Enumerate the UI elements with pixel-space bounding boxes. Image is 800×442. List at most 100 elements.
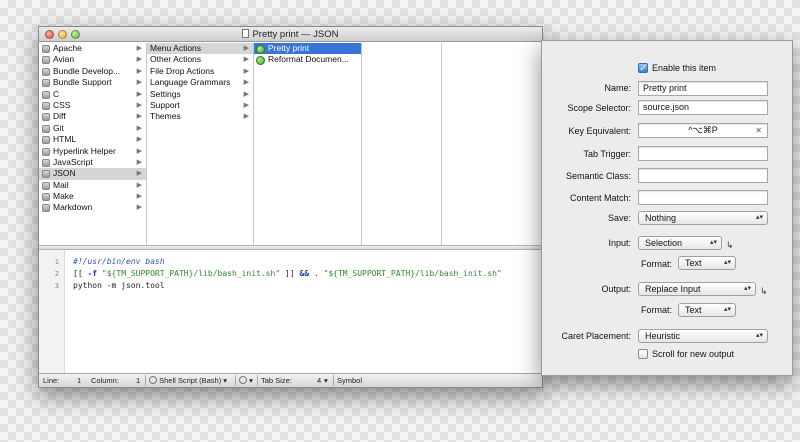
empty-column [442, 43, 542, 245]
output-format-popup[interactable]: Text ▴▾ [678, 303, 736, 317]
category-item[interactable]: Language Grammars ▶ [147, 77, 253, 88]
code-token: "${TM_SUPPORT_PATH}/lib/bash_init.sh" [323, 269, 502, 278]
window-title: Pretty print — JSON [39, 29, 542, 40]
category-item[interactable]: File Drop Actions ▶ [147, 66, 253, 77]
chevron-right-icon: ▶ [136, 181, 142, 189]
bundle-item[interactable]: Avian ▶ [39, 54, 146, 65]
bundle-icon [42, 181, 50, 190]
bundle-icon [42, 67, 50, 76]
input-popup-value: Selection [645, 238, 683, 248]
chevron-right-icon: ▶ [136, 90, 142, 98]
chevron-right-icon: ▶ [136, 56, 142, 64]
caret-placement-label: Caret Placement: [561, 331, 631, 341]
category-item-label: File Drop Actions [150, 65, 215, 76]
scroll-new-output-checkbox[interactable] [638, 349, 648, 359]
command-item[interactable]: Reformat Documen... [254, 54, 361, 65]
bundle-icon [42, 136, 50, 145]
title-bar[interactable]: Pretty print — JSON [39, 27, 542, 42]
bundle-item[interactable]: C ▶ [39, 89, 146, 100]
category-item-label: Language Grammars [150, 77, 231, 88]
command-item-label: Pretty print [268, 43, 310, 53]
input-format-popup[interactable]: Text ▴▾ [678, 256, 736, 270]
bundle-item-label: Apache [53, 43, 82, 53]
column-value[interactable]: 1 [136, 374, 140, 387]
category-item[interactable]: Themes ▶ [147, 111, 253, 122]
bundle-item[interactable]: HTML ▶ [39, 134, 146, 145]
code-line-1: #!/usr/bin/env bash [73, 257, 165, 266]
output-popup[interactable]: Replace Input ▴▾ [638, 282, 756, 296]
caret-placement-popup[interactable]: Heuristic ▴▾ [638, 329, 768, 343]
input-popup[interactable]: Selection ▴▾ [638, 236, 722, 250]
status-divider [145, 375, 146, 386]
fallback-arrow-icon: ↳ [760, 286, 768, 296]
chevron-right-icon: ▶ [243, 56, 249, 64]
bundle-icon [42, 45, 50, 53]
key-equivalent-field[interactable]: ^⌥⌘P ✕ [638, 123, 768, 138]
code-token: . [309, 269, 324, 278]
tab-size-value[interactable]: 4 [317, 374, 321, 387]
line-label: Line: [43, 376, 60, 385]
category-item[interactable]: Settings ▶ [147, 89, 253, 100]
line-number: 1 [54, 258, 59, 266]
semantic-class-field[interactable] [638, 168, 768, 183]
bundle-item[interactable]: Mail ▶ [39, 180, 146, 191]
command-item-selected[interactable]: Pretty print [254, 43, 361, 55]
line-value[interactable]: 1 [77, 374, 81, 387]
updown-arrows-icon: ▴▾ [723, 259, 731, 266]
window-title-text: Pretty print — JSON [252, 29, 339, 40]
category-item[interactable]: Support ▶ [147, 100, 253, 111]
bundle-item[interactable]: Diff ▶ [39, 111, 146, 122]
categories-column[interactable]: Menu Actions ▶ Other Actions ▶ File Drop A… [147, 43, 254, 245]
bundle-item-label: HTML [53, 134, 77, 145]
bundle-item[interactable]: Bundle Support ▶ [39, 77, 146, 88]
updown-arrows-icon: ▴▾ [755, 332, 763, 339]
symbol-popup[interactable]: Symbol [337, 374, 362, 387]
bundle-icon [42, 56, 50, 65]
line-number-gutter: 1 2 3 [39, 250, 65, 374]
gear-icon [149, 376, 157, 384]
bundle-item[interactable]: CSS ▶ [39, 100, 146, 111]
code-editor[interactable]: 1 2 3 #!/usr/bin/env bash [[ -f "${TM_SU… [39, 250, 542, 374]
chevron-right-icon: ▶ [136, 79, 142, 87]
code-token: "${TM_SUPPORT_PATH}/lib/bash_init.sh" [101, 269, 281, 278]
category-item[interactable]: Other Actions ▶ [147, 54, 253, 65]
name-field[interactable]: Pretty print [638, 81, 768, 96]
bundle-item[interactable]: Apache ▶ [39, 43, 146, 54]
tab-trigger-field[interactable] [638, 146, 768, 161]
bundles-column[interactable]: Apache ▶ Avian ▶ Bundle Develop... ▶ Bundle… [39, 43, 147, 245]
bundle-item[interactable]: Hyperlink Helper ▶ [39, 146, 146, 157]
category-item-selected[interactable]: Menu Actions ▶ [147, 43, 253, 55]
bundle-item[interactable]: Git ▶ [39, 123, 146, 134]
code-token: && [299, 269, 310, 278]
bundle-item-label: Make [53, 191, 74, 202]
bundle-actions-popup[interactable]: ▾ [239, 374, 253, 387]
scope-selector-field[interactable]: source.json [638, 100, 768, 115]
status-divider [333, 375, 334, 386]
bundle-item[interactable]: Markdown ▶ [39, 202, 146, 213]
tab-size-label[interactable]: Tab Size: [261, 374, 292, 387]
chevron-right-icon: ▶ [136, 147, 142, 155]
bundle-item-label: Mail [53, 179, 69, 190]
line-number: 2 [54, 270, 59, 278]
key-equivalent-value: ^⌥⌘P [688, 125, 718, 135]
enable-item-checkbox[interactable]: ✓ [638, 63, 648, 73]
chevron-right-icon: ▶ [243, 101, 249, 109]
chevron-right-icon: ▶ [136, 170, 142, 178]
bundle-item[interactable]: Make ▶ [39, 191, 146, 202]
bundle-item-label: JavaScript [53, 156, 93, 167]
bundle-icon [42, 193, 50, 202]
bundle-item[interactable]: Bundle Develop... ▶ [39, 66, 146, 77]
bundle-item[interactable]: JavaScript ▶ [39, 157, 146, 168]
updown-arrows-icon: ▴▾ [723, 306, 731, 313]
content-match-field[interactable] [638, 190, 768, 205]
grammar-popup[interactable]: Shell Script (Bash) ▾ [149, 374, 227, 387]
bundle-item-label: Bundle Develop... [53, 65, 121, 76]
bundle-item-selected[interactable]: JSON ▶ [39, 168, 146, 180]
input-label: Input: [608, 238, 631, 248]
chevron-right-icon: ▶ [243, 90, 249, 98]
commands-column[interactable]: Pretty print Reformat Documen... [254, 43, 362, 245]
key-equivalent-label: Key Equivalent: [568, 126, 631, 136]
clear-icon[interactable]: ✕ [755, 124, 762, 137]
tab-trigger-label: Tab Trigger: [583, 149, 631, 159]
save-popup[interactable]: Nothing ▴▾ [638, 211, 768, 225]
